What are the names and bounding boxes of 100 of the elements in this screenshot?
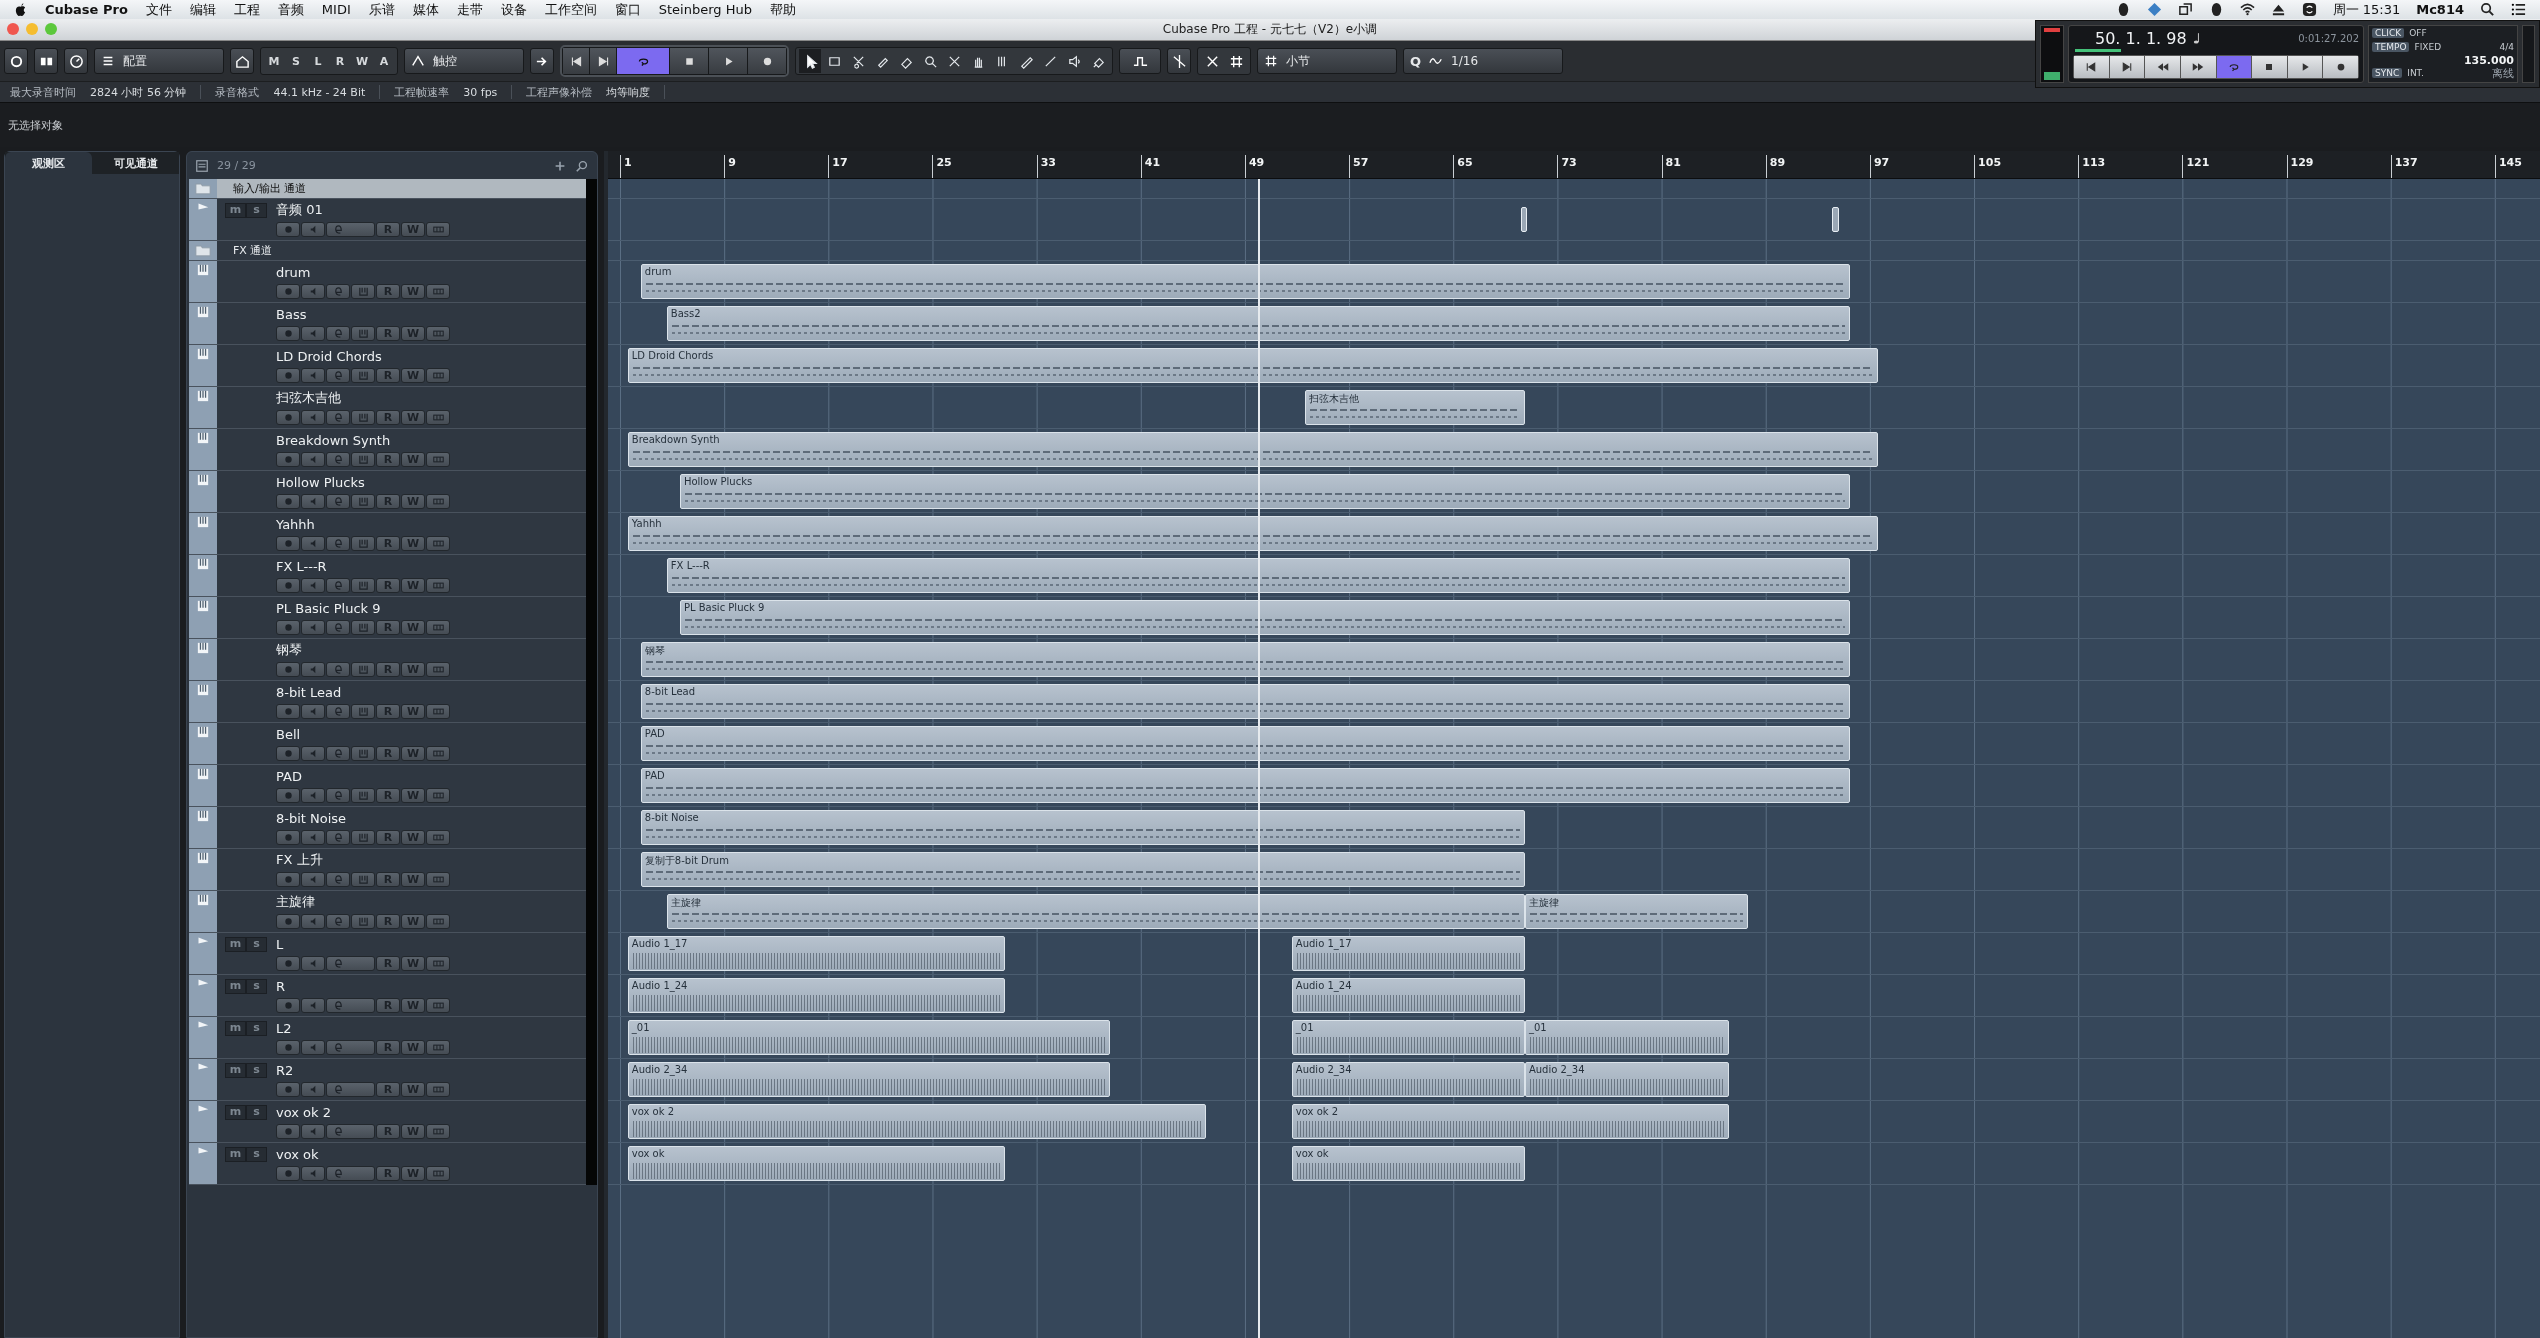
to-start-button[interactable] [2074,56,2109,78]
tempo-button[interactable]: TEMPO [2372,42,2410,52]
time-display[interactable]: 0:01:27.202 [2298,32,2359,44]
menu-item[interactable]: 音频 [277,0,304,19]
record-enable-button[interactable] [276,620,300,635]
lanes-button[interactable] [426,704,450,719]
lanes-button[interactable] [426,746,450,761]
track-header[interactable]: m s L R W [189,933,586,975]
search-icon[interactable] [2480,2,2495,17]
monitor-button[interactable] [301,746,325,761]
edit-button[interactable] [326,872,350,887]
lanes-button[interactable] [426,1124,450,1139]
audio-event[interactable]: Audio 2_34 [627,1062,1110,1097]
step-wave-button[interactable] [1119,48,1161,74]
solo-button[interactable]: s [246,1146,267,1162]
audio-event[interactable]: vox ok 2 [627,1104,1206,1139]
keyboard-button[interactable] [351,494,375,509]
edit-button[interactable] [326,1166,375,1181]
lanes-button[interactable] [426,284,450,299]
solo-button[interactable]: s [246,1020,267,1036]
solo-button[interactable]: s [246,1104,267,1120]
monitor-button[interactable] [301,578,325,593]
record-enable-button[interactable] [276,746,300,761]
monitor-button[interactable] [301,326,325,341]
track-header[interactable]: m s R R W [189,975,586,1017]
rewind-button[interactable] [2145,56,2180,78]
to-end-button[interactable] [590,48,616,74]
marker-event[interactable] [1832,207,1839,232]
edit-button[interactable] [326,956,375,971]
midi-part[interactable]: 钢琴 [640,642,1851,677]
forward-button[interactable] [2180,56,2216,78]
edit-button[interactable] [326,578,350,593]
mute-button[interactable]: m [225,1104,246,1120]
edit-button[interactable] [326,326,350,341]
mode-button[interactable]: R [330,49,350,73]
edit-button[interactable] [326,662,350,677]
track-header[interactable]: PL Basic Pluck 9 R W [189,597,586,639]
clock-text[interactable]: 周一 15:31 [2332,0,2401,19]
track-header[interactable]: 8-bit Noise R W [189,807,586,849]
stop-button[interactable] [670,48,708,74]
click-button[interactable]: CLICK [2372,28,2405,38]
keyboard-button[interactable] [351,830,375,845]
edit-button[interactable] [326,368,350,383]
lanes-button[interactable] [426,536,450,551]
record-enable-button[interactable] [276,956,300,971]
midi-part[interactable]: Bass2 [666,306,1851,341]
mode-button[interactable]: A [374,49,394,73]
monitor-button[interactable] [301,410,325,425]
record-button[interactable] [2323,56,2358,78]
menu-icon[interactable] [2511,2,2526,17]
audio-event[interactable]: Audio 1_24 [1291,978,1525,1013]
lanes-button[interactable] [426,788,450,803]
marker-event[interactable] [1520,207,1528,232]
keyboard-button[interactable] [351,788,375,803]
track-header[interactable]: m s L2 R W [189,1017,586,1059]
audio-event[interactable]: Audio 1_24 [627,978,1006,1013]
track-header[interactable]: Hollow Plucks R W [189,471,586,513]
monitor-button[interactable] [301,1166,325,1181]
close-button[interactable] [7,23,19,35]
record-enable-button[interactable] [276,704,300,719]
mute-button[interactable]: m [225,202,246,218]
monitor-button[interactable] [301,956,325,971]
monitor-button[interactable] [301,788,325,803]
monitor-button[interactable] [301,704,325,719]
arrow-button[interactable] [530,48,554,74]
edit-button[interactable] [326,788,350,803]
midi-part[interactable]: 扫弦木吉他 [1304,390,1525,425]
menu-item[interactable]: 编辑 [189,0,216,19]
keyboard-button[interactable] [351,704,375,719]
mute-button[interactable]: m [225,936,246,952]
record-enable-button[interactable] [276,662,300,677]
track-header[interactable]: Bell R W [189,723,586,765]
menu-item[interactable]: 窗口 [614,0,641,19]
track-header[interactable]: m s vox ok R W [189,1143,586,1185]
keyboard-button[interactable] [351,410,375,425]
midi-part[interactable]: 8-bit Noise [640,810,1525,845]
record-button[interactable] [748,48,786,74]
monitor-button[interactable] [301,1082,325,1097]
track-header[interactable]: 钢琴 R W [189,639,586,681]
midi-part[interactable]: PAD [640,726,1851,761]
lanes-button[interactable] [426,914,450,929]
lanes-button[interactable] [426,872,450,887]
menu-item[interactable]: 工程 [233,0,260,19]
menu-item[interactable]: 帮助 [769,0,796,19]
record-enable-button[interactable] [276,998,300,1013]
keyboard-button[interactable] [351,536,375,551]
track-header[interactable]: FX L---R R W [189,555,586,597]
track-header[interactable]: PAD R W [189,765,586,807]
midi-part[interactable]: PAD [640,768,1851,803]
minimize-button[interactable] [26,23,38,35]
menu-item[interactable]: Cubase Pro [45,2,128,17]
mute-button[interactable]: m [225,978,246,994]
edit-button[interactable] [326,746,350,761]
mode-button[interactable]: L [308,49,328,73]
midi-part[interactable]: Yahhh [627,516,1878,551]
monitor-button[interactable] [301,998,325,1013]
audio-event[interactable]: _01 [1291,1020,1525,1055]
record-enable-button[interactable] [276,222,300,237]
audio-event[interactable]: Audio 2_34 [1291,1062,1525,1097]
playhead-line[interactable] [1257,179,1260,1338]
